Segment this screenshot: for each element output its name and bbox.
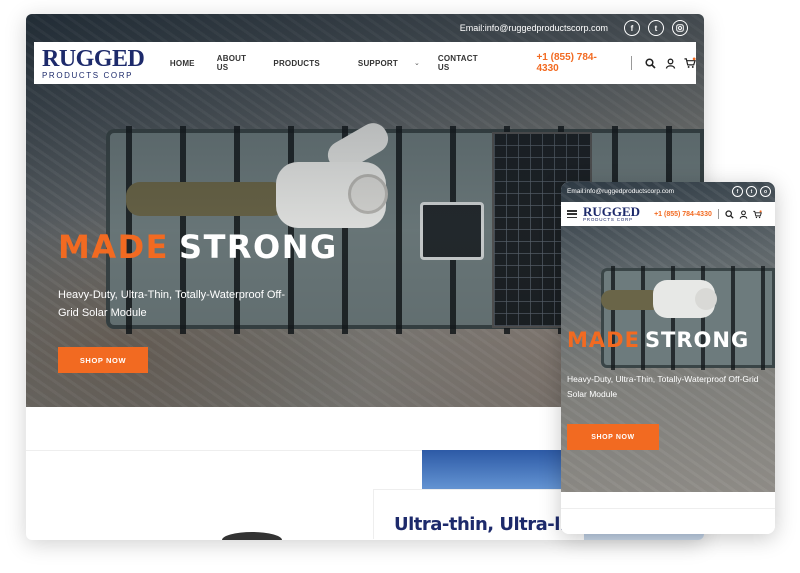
phone-link[interactable]: +1 (855) 784-4330 <box>536 52 613 74</box>
nav-links: HOME ABOUT US PRODUCTS SUPPORT ⌄ CONTACT… <box>170 54 479 72</box>
nav-contact[interactable]: CONTACT US <box>438 54 479 72</box>
mobile-hero-title: MADE STRONG <box>567 328 749 352</box>
logo[interactable]: RUGGED PRODUCTS CORP <box>42 42 146 84</box>
mobile-person-head <box>695 288 717 310</box>
mobile-hero-banner: Email:info@ruggedproductscorp.com f t o … <box>561 182 775 492</box>
contact-topbar: Email:info@ruggedproductscorp.com f t <box>460 20 688 36</box>
instagram-icon[interactable]: o <box>760 186 771 197</box>
facebook-icon[interactable]: f <box>624 20 640 36</box>
hero-title: MADE STRONG <box>58 228 338 266</box>
nav-products[interactable]: PRODUCTS <box>273 59 320 68</box>
search-icon[interactable] <box>725 209 734 219</box>
nav-support[interactable]: SUPPORT <box>358 59 398 68</box>
mobile-section-divider <box>561 508 775 509</box>
user-icon[interactable] <box>739 209 748 219</box>
hero-title-white: STRONG <box>179 228 338 266</box>
mobile-mockup: Email:info@ruggedproductscorp.com f t o … <box>561 182 775 534</box>
hamburger-menu-icon[interactable] <box>567 210 577 218</box>
mobile-lower-section <box>561 492 775 534</box>
mobile-navbar: RUGGED PRODUCTS CORP +1 (855) 784-4330 <box>561 202 775 226</box>
twitter-icon[interactable]: t <box>746 186 757 197</box>
mobile-email-link[interactable]: Email:info@ruggedproductscorp.com <box>567 188 674 195</box>
mobile-hero-title-orange: MADE <box>567 328 640 352</box>
twitter-icon[interactable]: t <box>648 20 664 36</box>
nav-about[interactable]: ABOUT US <box>217 54 250 72</box>
nav-icons <box>644 57 696 69</box>
hero-subtitle: Heavy-Duty, Ultra-Thin, Totally-Waterpro… <box>58 289 285 319</box>
cart-icon[interactable] <box>753 209 762 219</box>
nav-divider <box>631 56 632 70</box>
stage: Email:info@ruggedproductscorp.com f t RU… <box>0 0 800 573</box>
mobile-phone-link[interactable]: +1 (855) 784-4330 <box>654 211 712 218</box>
mobile-logo[interactable]: RUGGED PRODUCTS CORP <box>583 205 640 223</box>
mobile-hero-title-white: STRONG <box>644 328 750 352</box>
product-image-partial <box>222 532 282 540</box>
logo-main: RUGGED <box>42 45 145 72</box>
mobile-person-legs <box>601 290 661 310</box>
search-icon[interactable] <box>644 57 656 69</box>
mobile-nav-divider <box>717 209 719 219</box>
email-link[interactable]: Email:info@ruggedproductscorp.com <box>460 23 608 33</box>
mobile-contact-topbar: Email:info@ruggedproductscorp.com f t o <box>567 186 771 197</box>
facebook-icon[interactable]: f <box>732 186 743 197</box>
nav-home[interactable]: HOME <box>170 59 195 68</box>
hero-title-orange: MADE <box>58 228 170 266</box>
cart-icon[interactable] <box>684 57 696 69</box>
main-navbar: RUGGED PRODUCTS CORP HOME ABOUT US PRODU… <box>34 42 696 84</box>
mobile-logo-sub: PRODUCTS CORP <box>583 217 633 223</box>
shop-now-button[interactable]: SHOP NOW <box>58 347 148 373</box>
user-icon[interactable] <box>664 57 676 69</box>
mobile-socials: f t o <box>732 186 771 197</box>
logo-sub: PRODUCTS CORP <box>42 70 134 80</box>
mobile-shop-now-button[interactable]: SHOP NOW <box>567 424 659 450</box>
instagram-icon[interactable] <box>672 20 688 36</box>
chevron-down-icon[interactable]: ⌄ <box>414 59 420 67</box>
mobile-nav-icons <box>725 209 762 219</box>
mobile-hero-subtitle: Heavy-Duty, Ultra-Thin, Totally-Waterpro… <box>567 374 759 399</box>
